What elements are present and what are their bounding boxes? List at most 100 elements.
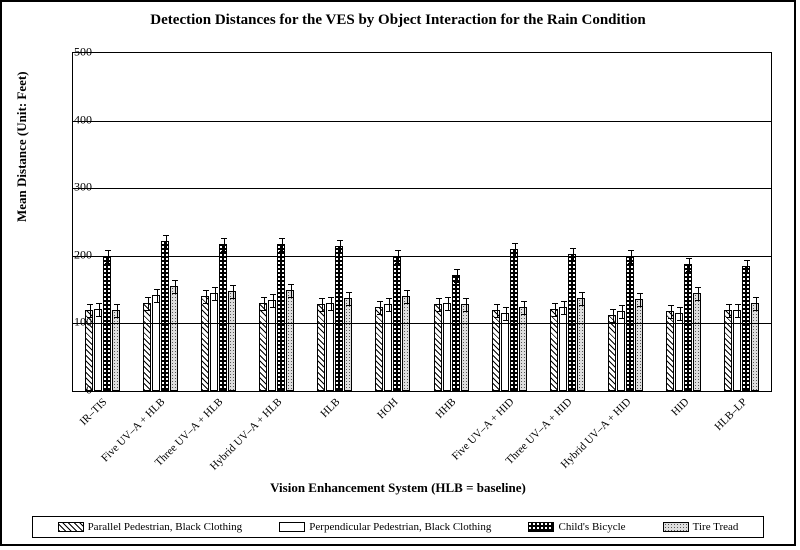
error-bar xyxy=(685,258,693,272)
grid-line xyxy=(73,121,771,122)
legend-item-perpendicular: Perpendicular Pedestrian, Black Clothing xyxy=(279,521,491,533)
error-bar xyxy=(694,287,702,301)
error-bar xyxy=(560,301,568,315)
error-bar xyxy=(502,307,510,321)
error-bar xyxy=(104,250,112,264)
bar xyxy=(344,298,352,391)
bar xyxy=(519,307,527,392)
bar xyxy=(143,303,151,391)
bar xyxy=(210,293,218,391)
bar xyxy=(94,309,102,391)
y-tick-label: 0 xyxy=(62,383,92,398)
error-bar xyxy=(260,297,268,311)
y-tick-label: 200 xyxy=(62,247,92,262)
bar xyxy=(608,315,616,391)
bar xyxy=(434,304,442,391)
legend-label: Parallel Pedestrian, Black Clothing xyxy=(88,521,243,533)
error-bar xyxy=(327,297,335,311)
grid-line xyxy=(73,188,771,189)
bar xyxy=(742,266,750,391)
bar xyxy=(228,291,236,391)
legend-item-tire: Tire Tread xyxy=(663,521,739,533)
chart-title: Detection Distances for the VES by Objec… xyxy=(2,12,794,29)
y-tick-label: 500 xyxy=(62,45,92,60)
error-bar xyxy=(385,298,393,312)
error-bar xyxy=(318,298,326,312)
bar xyxy=(384,304,392,391)
error-bar xyxy=(345,292,353,306)
grid-line xyxy=(73,323,771,324)
x-axis-label: Vision Enhancement System (HLB = baselin… xyxy=(2,480,794,496)
legend-item-parallel: Parallel Pedestrian, Black Clothing xyxy=(58,521,243,533)
error-bar xyxy=(636,293,644,307)
error-bar xyxy=(734,304,742,318)
error-bar xyxy=(278,238,286,252)
error-bar xyxy=(725,304,733,318)
legend-label: Tire Tread xyxy=(693,521,739,533)
bar xyxy=(152,295,160,391)
bar xyxy=(635,299,643,391)
error-bar xyxy=(269,294,277,308)
error-bar xyxy=(153,289,161,303)
error-bar xyxy=(551,303,559,317)
error-bar xyxy=(667,305,675,319)
chart-frame: Detection Distances for the VES by Objec… xyxy=(0,0,796,546)
error-bar xyxy=(211,287,219,301)
error-bar xyxy=(171,280,179,294)
bar xyxy=(277,244,285,391)
plot-area xyxy=(72,52,772,392)
bar xyxy=(219,244,227,391)
y-tick-label: 300 xyxy=(62,180,92,195)
bar xyxy=(402,296,410,391)
bar xyxy=(461,304,469,391)
error-bar xyxy=(493,304,501,318)
error-bar xyxy=(609,309,617,323)
error-bar xyxy=(220,238,228,252)
bar xyxy=(559,307,567,392)
bar xyxy=(375,307,383,392)
bar xyxy=(492,310,500,391)
bar xyxy=(335,246,343,391)
error-bar xyxy=(336,240,344,254)
error-bar xyxy=(144,297,152,311)
error-bar xyxy=(743,260,751,274)
y-tick-label: 100 xyxy=(62,315,92,330)
bar xyxy=(326,303,334,391)
y-axis-label: Mean Distance (Unit: Feet) xyxy=(14,71,30,222)
error-bar xyxy=(453,269,461,283)
error-bar xyxy=(394,250,402,264)
bar xyxy=(693,293,701,391)
y-tick-label: 400 xyxy=(62,112,92,127)
error-bar xyxy=(435,298,443,312)
error-bar xyxy=(403,290,411,304)
bar xyxy=(161,241,169,391)
bar xyxy=(550,309,558,391)
error-bar xyxy=(95,303,103,317)
error-bar xyxy=(113,304,121,318)
error-bar xyxy=(520,301,528,315)
legend-item-bicycle: Child's Bicycle xyxy=(528,521,625,533)
legend-label: Perpendicular Pedestrian, Black Clothing xyxy=(309,521,491,533)
bar xyxy=(751,303,759,391)
legend-label: Child's Bicycle xyxy=(558,521,625,533)
diagonal-hatch-icon xyxy=(58,522,84,532)
grid-line xyxy=(73,256,771,257)
bar xyxy=(286,290,294,391)
bar xyxy=(684,264,692,391)
bar xyxy=(259,303,267,391)
error-bar xyxy=(676,307,684,321)
error-bar xyxy=(444,297,452,311)
bar xyxy=(170,286,178,391)
bar xyxy=(201,296,209,391)
error-bar xyxy=(618,305,626,319)
bar xyxy=(112,310,120,391)
bar xyxy=(317,304,325,391)
white-fill-icon xyxy=(279,522,305,532)
error-bar xyxy=(162,235,170,249)
error-bar xyxy=(229,285,237,299)
bar xyxy=(452,275,460,391)
bar xyxy=(443,303,451,391)
checker-icon xyxy=(528,522,554,532)
error-bar xyxy=(752,297,760,311)
error-bar xyxy=(376,301,384,315)
